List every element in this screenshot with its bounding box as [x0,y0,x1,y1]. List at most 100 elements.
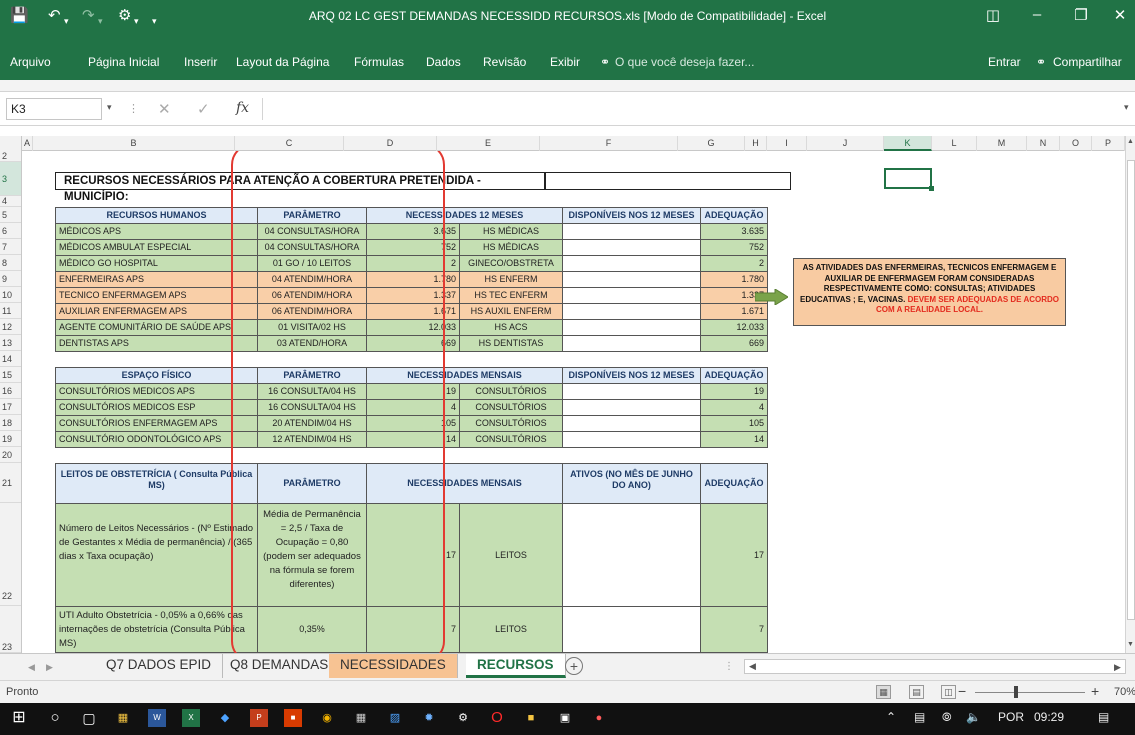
col-header-m[interactable]: M [977,136,1027,151]
rh-adequacao-cell[interactable]: 3.635 [700,223,768,240]
zoom-out-icon[interactable]: − [958,683,966,699]
tab-formulas[interactable]: Fórmulas [354,55,404,69]
col-header-o[interactable]: O [1060,136,1092,151]
row-header-6[interactable]: 6 [0,223,21,239]
lo-adequacao-cell[interactable]: 7 [700,606,768,653]
battery-icon[interactable]: ▤ [914,710,925,724]
rh-disponiveis-cell[interactable] [562,335,701,352]
powerpoint-icon[interactable]: P [250,709,268,727]
rh-unit-cell[interactable]: HS TEC ENFERM [459,287,563,304]
task-view-icon[interactable]: ▢ [80,709,98,727]
rh-unit-cell[interactable]: HS DENTISTAS [459,335,563,352]
folder-icon[interactable]: ■ [522,709,540,727]
lo-param-cell[interactable]: Média de Permanência = 2,5 / Taxa de Ocu… [257,503,367,607]
header-ativos[interactable]: ATIVOS (NO MÊS DE JUNHO DO ANO) [562,463,701,504]
share-button[interactable]: Compartilhar [1053,55,1122,69]
sheet-title-cell[interactable]: RECURSOS NECESSÁRIOS PARA ATENÇÃO A COBE… [55,172,545,203]
row-header-20[interactable]: 20 [0,447,21,463]
header-parametro[interactable]: PARÂMETRO [257,463,367,504]
word-icon[interactable]: W [148,709,166,727]
rh-adequacao-cell[interactable]: 12.033 [700,319,768,336]
rh-param-cell[interactable]: 03 ATEND/HORA [257,335,367,352]
prev-sheet-icon[interactable]: ◀ [28,662,35,673]
ef-disponiveis-cell[interactable] [562,415,701,432]
row-header-17[interactable]: 17 [0,399,21,415]
name-box[interactable]: K3 [6,98,102,120]
cortana-icon[interactable]: ○ [46,709,64,727]
scroll-up-icon[interactable]: ▲ [1127,138,1134,145]
windows-start-icon[interactable]: ⊞ [10,709,28,727]
col-header-p[interactable]: P [1092,136,1125,151]
expand-formula-bar-icon[interactable]: ▾ [1124,102,1129,113]
row-header-19[interactable]: 19 [0,431,21,447]
rh-name-cell[interactable]: TECNICO ENFERMAGEM APS [55,287,258,304]
col-header-h[interactable]: H [745,136,767,151]
tab-exibir[interactable]: Exibir [550,55,580,69]
rh-value-cell[interactable]: 2 [366,255,460,272]
close-icon[interactable]: ✕ [1105,6,1135,24]
rh-unit-cell[interactable]: HS MÉDICAS [459,223,563,240]
page-layout-view-icon[interactable]: ▤ [909,685,924,699]
ef-value-cell[interactable]: 105 [366,415,460,432]
col-header-k[interactable]: K [884,136,932,151]
ef-unit-cell[interactable]: CONSULTÓRIOS [459,431,563,448]
tab-split-handle[interactable]: ⋮ [724,661,734,672]
row-header-10[interactable]: 10 [0,287,21,303]
rh-value-cell[interactable]: 12.033 [366,319,460,336]
rh-unit-cell[interactable]: HS ENFERM [459,271,563,288]
scroll-left-icon[interactable]: ◀ [749,661,756,672]
rh-unit-cell[interactable]: GINECO/OBSTRETA [459,255,563,272]
header-espaco-fisico[interactable]: ESPAÇO FÍSICO [55,367,258,384]
header-leitos-obstetricia[interactable]: LEITOS DE OBSTETRÍCIA ( Consulta Pública… [55,463,258,504]
calculator-icon[interactable]: ▦ [352,709,370,727]
col-header-l[interactable]: L [932,136,977,151]
rh-adequacao-cell[interactable]: 2 [700,255,768,272]
rh-param-cell[interactable]: 04 CONSULTAS/HORA [257,223,367,240]
tab-dados[interactable]: Dados [426,55,461,69]
excel-icon[interactable]: X [182,709,200,727]
sheet-tab-q8[interactable]: Q8 DEMANDAS [219,654,341,678]
rh-adequacao-cell[interactable]: 752 [700,239,768,256]
rh-name-cell[interactable]: MÉDICOS APS [55,223,258,240]
zoom-slider-thumb[interactable] [1014,686,1018,698]
tab-pagina-inicial[interactable]: Página Inicial [88,55,159,69]
ef-param-cell[interactable]: 12 ATENDIM/04 HS [257,431,367,448]
rh-param-cell[interactable]: 06 ATENDIM/HORA [257,303,367,320]
col-header-i[interactable]: I [767,136,807,151]
rh-name-cell[interactable]: AUXILIAR ENFERMAGEM APS [55,303,258,320]
col-header-c[interactable]: C [235,136,344,151]
insert-function-icon[interactable]: fx [236,100,249,116]
tab-revisao[interactable]: Revisão [483,55,526,69]
rh-adequacao-cell[interactable]: 1.780 [700,271,768,288]
row-header-14[interactable]: 14 [0,351,21,367]
row-header-16[interactable]: 16 [0,383,21,399]
note-textbox[interactable]: AS ATIVIDADES DAS ENFERMEIRAS, TECNICOS … [793,258,1066,326]
col-header-j[interactable]: J [807,136,884,151]
active-cell-k3[interactable] [884,168,934,191]
rh-adequacao-cell[interactable]: 669 [700,335,768,352]
lo-adequacao-cell[interactable]: 17 [700,503,768,607]
tell-me-search[interactable]: O que você deseja fazer... [615,55,754,69]
rh-disponiveis-cell[interactable] [562,303,701,320]
ef-adequacao-cell[interactable]: 14 [700,431,768,448]
ef-adequacao-cell[interactable]: 4 [700,399,768,416]
row-header-11[interactable]: 11 [0,303,21,319]
rh-param-cell[interactable]: 06 ATENDIM/HORA [257,287,367,304]
tab-inserir[interactable]: Inserir [184,55,217,69]
add-sheet-icon[interactable]: + [565,657,583,675]
ef-param-cell[interactable]: 20 ATENDIM/04 HS [257,415,367,432]
rh-param-cell[interactable]: 04 CONSULTAS/HORA [257,239,367,256]
rh-unit-cell[interactable]: HS ACS [459,319,563,336]
rh-param-cell[interactable]: 01 GO / 10 LEITOS [257,255,367,272]
vertical-scrollbar[interactable]: ▲ ▼ [1125,136,1135,653]
header-disponiveis[interactable]: DISPONÍVEIS NOS 12 MESES [562,367,701,384]
col-header-g[interactable]: G [678,136,745,151]
row-header-2[interactable]: 2 [0,151,21,162]
lo-value-cell[interactable]: 7 [366,606,460,653]
zoom-in-icon[interactable]: + [1091,683,1099,699]
header-disponiveis[interactable]: DISPONÍVEIS NOS 12 MESES [562,207,701,224]
opera-icon[interactable]: O [488,709,506,727]
zoom-level[interactable]: 70% [1114,686,1135,698]
app-icon[interactable]: ● [590,709,608,727]
ef-name-cell[interactable]: CONSULTÓRIOS MEDICOS ESP [55,399,258,416]
